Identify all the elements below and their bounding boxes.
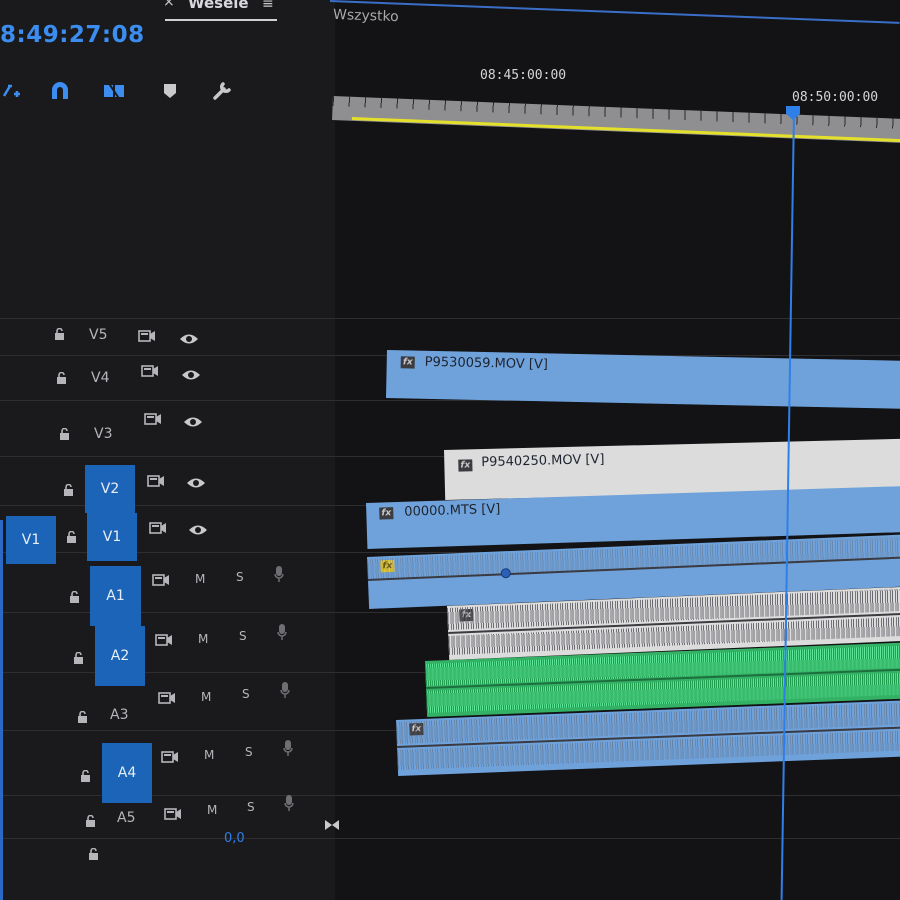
track-header-panel: [0, 0, 335, 900]
mute-button[interactable]: M: [201, 690, 211, 704]
sequence-tab[interactable]: Wesele: [188, 0, 249, 12]
toggle-track-output-eye-icon[interactable]: [181, 366, 201, 380]
lock-icon[interactable]: [66, 531, 77, 543]
linked-selection-icon[interactable]: [102, 80, 126, 102]
track-name-v5[interactable]: V5: [89, 327, 107, 343]
toggle-track-output-eye-icon[interactable]: [186, 474, 206, 488]
panel-edge-highlight: [0, 520, 3, 900]
toggle-sync-lock-icon[interactable]: [158, 690, 176, 704]
track-target-v2[interactable]: V2: [85, 465, 135, 513]
lock-icon[interactable]: [85, 815, 96, 827]
lock-icon[interactable]: [88, 848, 99, 860]
solo-button[interactable]: S: [247, 800, 255, 814]
voice-over-record-icon[interactable]: [280, 682, 290, 698]
track-target-a1[interactable]: A1: [90, 566, 141, 626]
lock-icon[interactable]: [56, 372, 67, 384]
playhead-timecode[interactable]: 8:49:27:08: [0, 22, 145, 48]
close-tab-icon[interactable]: ×: [163, 0, 175, 10]
mute-button[interactable]: M: [204, 748, 214, 762]
mute-button[interactable]: M: [198, 632, 208, 646]
toggle-track-output-eye-icon[interactable]: [183, 413, 203, 427]
nest-toggle-icon[interactable]: [0, 80, 24, 102]
voice-over-record-icon[interactable]: [274, 566, 284, 582]
solo-button[interactable]: S: [236, 570, 244, 584]
track-divider: [0, 318, 900, 319]
fx-badge-icon[interactable]: fx: [400, 356, 415, 369]
voice-over-record-icon[interactable]: [284, 795, 294, 811]
toggle-sync-lock-icon[interactable]: [147, 473, 165, 487]
clip-name: P9540250.MOV [V]: [481, 452, 605, 471]
source-patch-v1[interactable]: V1: [6, 516, 56, 564]
track-target-v1[interactable]: V1: [87, 513, 137, 561]
mute-button[interactable]: M: [195, 572, 205, 586]
bowtie-icon[interactable]: [324, 816, 340, 830]
solo-button[interactable]: S: [239, 629, 247, 643]
volume-keyframe[interactable]: [500, 567, 512, 579]
track-name-a5[interactable]: A5: [117, 810, 135, 826]
solo-button[interactable]: S: [242, 687, 250, 701]
lock-icon[interactable]: [77, 711, 88, 723]
mute-button[interactable]: M: [207, 803, 217, 817]
ruler-label-0850: 08:50:00:00: [792, 90, 879, 105]
lock-icon[interactable]: [59, 428, 70, 440]
clip-name: P9530059.MOV [V]: [424, 354, 549, 373]
fx-badge-icon[interactable]: fx: [379, 507, 394, 520]
add-marker-icon[interactable]: [158, 80, 182, 102]
master-volume-value[interactable]: 0,0: [224, 831, 245, 846]
filter-label[interactable]: Wszystko: [333, 7, 399, 25]
clip-name: 00000.MTS [V]: [404, 501, 501, 520]
timeline-settings-wrench-icon[interactable]: [210, 80, 234, 102]
track-target-a4[interactable]: A4: [102, 743, 152, 803]
toggle-sync-lock-icon[interactable]: [149, 520, 167, 534]
lock-icon[interactable]: [73, 652, 84, 664]
toggle-sync-lock-icon[interactable]: [164, 806, 182, 820]
toggle-sync-lock-icon[interactable]: [161, 749, 179, 763]
lock-icon[interactable]: [80, 770, 91, 782]
panel-menu-icon[interactable]: ≡: [262, 0, 274, 12]
snap-magnet-icon[interactable]: [48, 80, 72, 102]
toggle-sync-lock-icon[interactable]: [141, 363, 159, 377]
track-name-a3[interactable]: A3: [110, 707, 128, 723]
track-target-a2[interactable]: A2: [95, 626, 145, 686]
lock-icon[interactable]: [54, 328, 65, 340]
voice-over-record-icon[interactable]: [283, 740, 293, 756]
solo-button[interactable]: S: [245, 745, 253, 759]
fx-badge-icon[interactable]: fx: [458, 459, 473, 472]
toggle-sync-lock-icon[interactable]: [152, 572, 170, 586]
toggle-sync-lock-icon[interactable]: [155, 632, 173, 646]
toggle-track-output-eye-icon[interactable]: [179, 330, 199, 344]
toggle-sync-lock-icon[interactable]: [144, 411, 162, 425]
track-name-v4[interactable]: V4: [91, 370, 109, 386]
active-tab-indicator: [165, 19, 277, 21]
lock-icon[interactable]: [63, 484, 74, 496]
track-name-v3[interactable]: V3: [94, 426, 112, 442]
toggle-track-output-eye-icon[interactable]: [188, 521, 208, 535]
toggle-sync-lock-icon[interactable]: [138, 328, 156, 342]
track-divider: [0, 838, 900, 839]
lock-icon[interactable]: [69, 591, 80, 603]
ruler-label-0845: 08:45:00:00: [480, 68, 567, 83]
voice-over-record-icon[interactable]: [277, 624, 287, 640]
